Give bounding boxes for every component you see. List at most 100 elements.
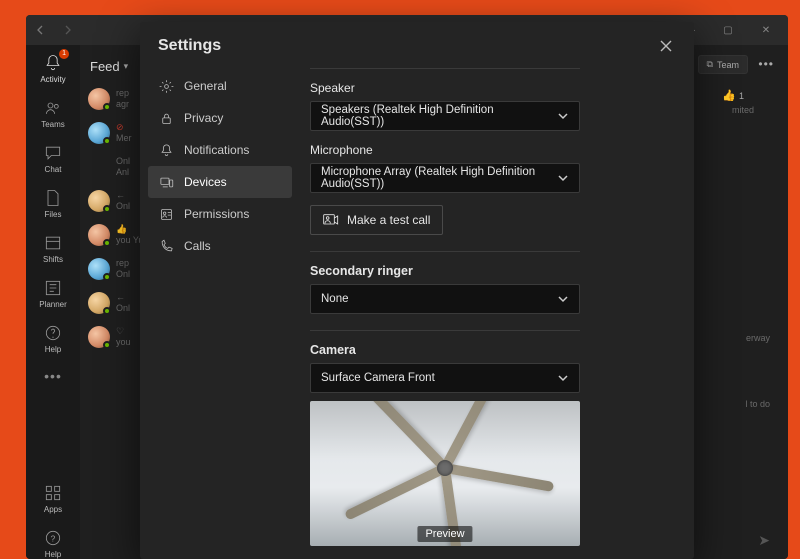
category-label: Calls (184, 239, 211, 253)
rail-item-teams[interactable]: Teams (41, 98, 65, 129)
category-calls[interactable]: Calls (148, 230, 292, 262)
category-privacy[interactable]: Privacy (148, 102, 292, 134)
avatar (88, 326, 110, 348)
preview-label: Preview (417, 526, 472, 542)
teams-icon (43, 98, 63, 118)
feed-text: ← (116, 292, 125, 302)
chevron-down-icon (557, 372, 569, 384)
rail-item-shifts[interactable]: Shifts (43, 233, 63, 264)
files-icon (43, 188, 63, 208)
speaker-dropdown[interactable]: Speakers (Realtek High Definition Audio(… (310, 101, 580, 131)
feed-text: you (116, 337, 131, 347)
window-close-button[interactable]: ✕ (748, 18, 784, 42)
feed-text: 👍 (116, 224, 127, 234)
make-test-call-button[interactable]: Make a test call (310, 205, 443, 235)
camera-preview: Preview (310, 401, 580, 546)
secondary-ringer-dropdown[interactable]: None (310, 284, 580, 314)
settings-modal: Settings General Privacy Notifications D… (140, 22, 694, 559)
help-icon: ? (43, 528, 63, 548)
camera-dropdown[interactable]: Surface Camera Front (310, 363, 580, 393)
app-rail: 1 Activity Teams Chat Files Shifts (26, 45, 80, 559)
feed-text: rep (116, 258, 129, 268)
rail-item-planner[interactable]: Planner (39, 278, 67, 309)
modal-body: General Privacy Notifications Devices Pe… (140, 64, 694, 559)
dropdown-value: Speakers (Realtek High Definition Audio(… (321, 104, 557, 128)
reaction-thumb[interactable]: 👍1 (722, 89, 744, 102)
rail-item-chat[interactable]: Chat (43, 143, 63, 174)
gear-icon (158, 78, 174, 94)
planner-icon (43, 278, 63, 298)
rail-label: Apps (44, 505, 62, 514)
thumb-icon: 👍 (722, 89, 736, 102)
rail-item-help[interactable]: Help (43, 323, 63, 354)
avatar (88, 224, 110, 246)
category-permissions[interactable]: Permissions (148, 198, 292, 230)
divider (310, 330, 580, 331)
rail-label: Files (45, 210, 62, 219)
lock-icon (158, 110, 174, 126)
feed-text: Onl (116, 269, 130, 279)
secondary-ringer-group: Secondary ringer None (310, 264, 668, 314)
back-button[interactable] (30, 20, 52, 40)
text-fragment: l to do (745, 399, 770, 409)
forward-button[interactable] (56, 20, 78, 40)
feed-text: Anl (116, 167, 129, 177)
category-label: Privacy (184, 111, 223, 125)
avatar (88, 190, 110, 212)
rail-item-activity[interactable]: 1 Activity (40, 53, 65, 84)
avatar (88, 88, 110, 110)
chevron-down-icon: ▾ (124, 61, 129, 72)
rail-item-files[interactable]: Files (43, 188, 63, 219)
category-devices[interactable]: Devices (148, 166, 292, 198)
rail-label: Help (45, 345, 61, 354)
team-icon: ⧉ (707, 59, 713, 70)
rail-label: Teams (41, 120, 65, 129)
person-video-icon (323, 213, 339, 227)
microphone-dropdown[interactable]: Microphone Array (Realtek High Definitio… (310, 163, 580, 193)
close-button[interactable] (656, 36, 676, 56)
rail-label: Activity (40, 75, 65, 84)
category-notifications[interactable]: Notifications (148, 134, 292, 166)
rail-label: Shifts (43, 255, 63, 264)
badge: 1 (59, 49, 69, 59)
devices-icon (158, 174, 174, 190)
team-button[interactable]: ⧉ Team (698, 55, 748, 74)
feed-text: Onl (116, 201, 130, 211)
modal-header: Settings (140, 22, 694, 64)
chevron-down-icon (557, 293, 569, 305)
divider (310, 68, 580, 69)
send-icon[interactable]: ➤ (758, 532, 770, 549)
camera-group: Camera Surface Camera Front Preview (310, 343, 668, 546)
category-general[interactable]: General (148, 70, 292, 102)
modal-title: Settings (158, 37, 221, 55)
bell-icon (158, 142, 174, 158)
feed-text: ⊘ (116, 122, 124, 132)
more-button[interactable]: ••• (758, 57, 774, 71)
apps-icon (43, 483, 63, 503)
chat-icon (43, 143, 63, 163)
category-label: Permissions (184, 207, 249, 221)
rail-item-help-bottom[interactable]: ? Help (43, 528, 63, 559)
rail-label: Help (45, 550, 61, 559)
feed-text: ♡ (116, 326, 124, 336)
rail-more[interactable]: ••• (44, 368, 62, 384)
team-label: Team (717, 60, 739, 70)
svg-text:?: ? (51, 533, 56, 543)
avatar (88, 122, 110, 144)
test-call-group: Make a test call (310, 205, 668, 235)
maximize-button[interactable]: ▢ (710, 18, 746, 42)
camera-label: Camera (310, 343, 668, 357)
category-label: Devices (184, 175, 227, 189)
chevron-down-icon (557, 172, 569, 184)
permissions-icon (158, 206, 174, 222)
feed-title: Feed (90, 59, 120, 74)
rail-item-apps[interactable]: Apps (43, 483, 63, 514)
dropdown-value: None (321, 293, 349, 305)
feed-text: Mer (116, 133, 132, 143)
feed-text: ← (116, 190, 125, 200)
shifts-icon (43, 233, 63, 253)
speaker-label: Speaker (310, 81, 668, 95)
bell-icon: 1 (43, 53, 63, 73)
feed-text: Onl (116, 156, 130, 166)
avatar (88, 292, 110, 314)
